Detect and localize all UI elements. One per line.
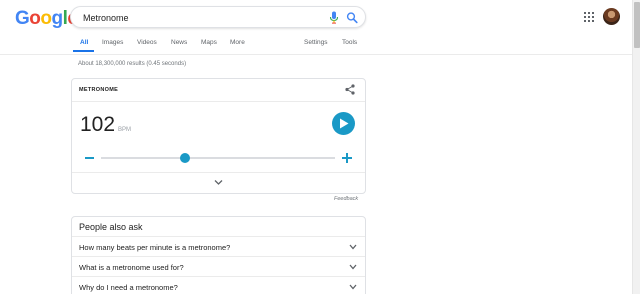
- question-row[interactable]: What is a metronome used for?: [72, 256, 365, 276]
- mic-icon[interactable]: [328, 11, 340, 24]
- top-bar: Google: [0, 0, 632, 34]
- play-button[interactable]: [332, 112, 355, 135]
- question-text: What is a metronome used for?: [79, 263, 184, 272]
- page-scrollbar[interactable]: [632, 0, 640, 294]
- search-icon[interactable]: [346, 11, 358, 24]
- logo-letter: G: [15, 8, 30, 29]
- tab-videos[interactable]: Videos: [137, 39, 157, 46]
- tab-news[interactable]: News: [171, 39, 187, 46]
- header-divider: [0, 54, 632, 55]
- google-logo[interactable]: Google: [15, 8, 78, 30]
- bpm-unit: BPM: [118, 127, 132, 133]
- chevron-down-icon: [349, 264, 357, 270]
- question-text: Why do I need a metronome?: [79, 283, 178, 292]
- chevron-down-icon: [349, 284, 357, 290]
- question-row[interactable]: Why do I need a metronome?: [72, 276, 365, 294]
- tempo-slider-track[interactable]: [101, 157, 335, 159]
- apps-grid-icon[interactable]: [584, 12, 594, 22]
- logo-letter: g: [51, 8, 64, 29]
- chevron-down-icon: [349, 244, 357, 250]
- chevron-down-icon[interactable]: [214, 179, 223, 186]
- tab-maps[interactable]: Maps: [201, 39, 217, 46]
- tab-tools[interactable]: Tools: [342, 39, 357, 46]
- card-divider: [72, 101, 365, 102]
- search-input[interactable]: [83, 10, 313, 25]
- avatar[interactable]: [603, 8, 620, 25]
- search-box: [70, 6, 366, 28]
- feedback-link[interactable]: Feedback: [334, 196, 358, 202]
- logo-letter: o: [40, 8, 52, 29]
- tempo-slider-thumb[interactable]: [180, 153, 191, 163]
- question-text: How many beats per minute is a metronome…: [79, 243, 231, 252]
- decrease-tempo-button[interactable]: [85, 157, 94, 159]
- tab-images[interactable]: Images: [102, 39, 123, 46]
- people-also-ask-card: People also ask How many beats per minut…: [71, 216, 366, 294]
- logo-letter: o: [29, 8, 41, 29]
- share-icon[interactable]: [345, 84, 355, 95]
- people-also-ask-title: People also ask: [79, 222, 143, 232]
- increase-tempo-button[interactable]: [342, 153, 352, 163]
- play-icon: [340, 118, 349, 129]
- question-row[interactable]: How many beats per minute is a metronome…: [72, 236, 365, 256]
- results-stats: About 18,300,000 results (0.45 seconds): [78, 61, 187, 67]
- active-tab-indicator: [73, 50, 94, 52]
- tab-settings[interactable]: Settings: [304, 39, 328, 46]
- search-tabs: All Images Videos News Maps More Setting…: [0, 34, 632, 54]
- metronome-card: METRONOME 102 BPM: [71, 78, 366, 194]
- metronome-title: METRONOME: [79, 87, 119, 93]
- card-divider: [72, 172, 365, 173]
- scrollbar-thumb[interactable]: [634, 2, 640, 48]
- bpm-value: 102: [80, 113, 116, 136]
- tab-all[interactable]: All: [80, 39, 88, 46]
- tab-more[interactable]: More: [230, 39, 245, 46]
